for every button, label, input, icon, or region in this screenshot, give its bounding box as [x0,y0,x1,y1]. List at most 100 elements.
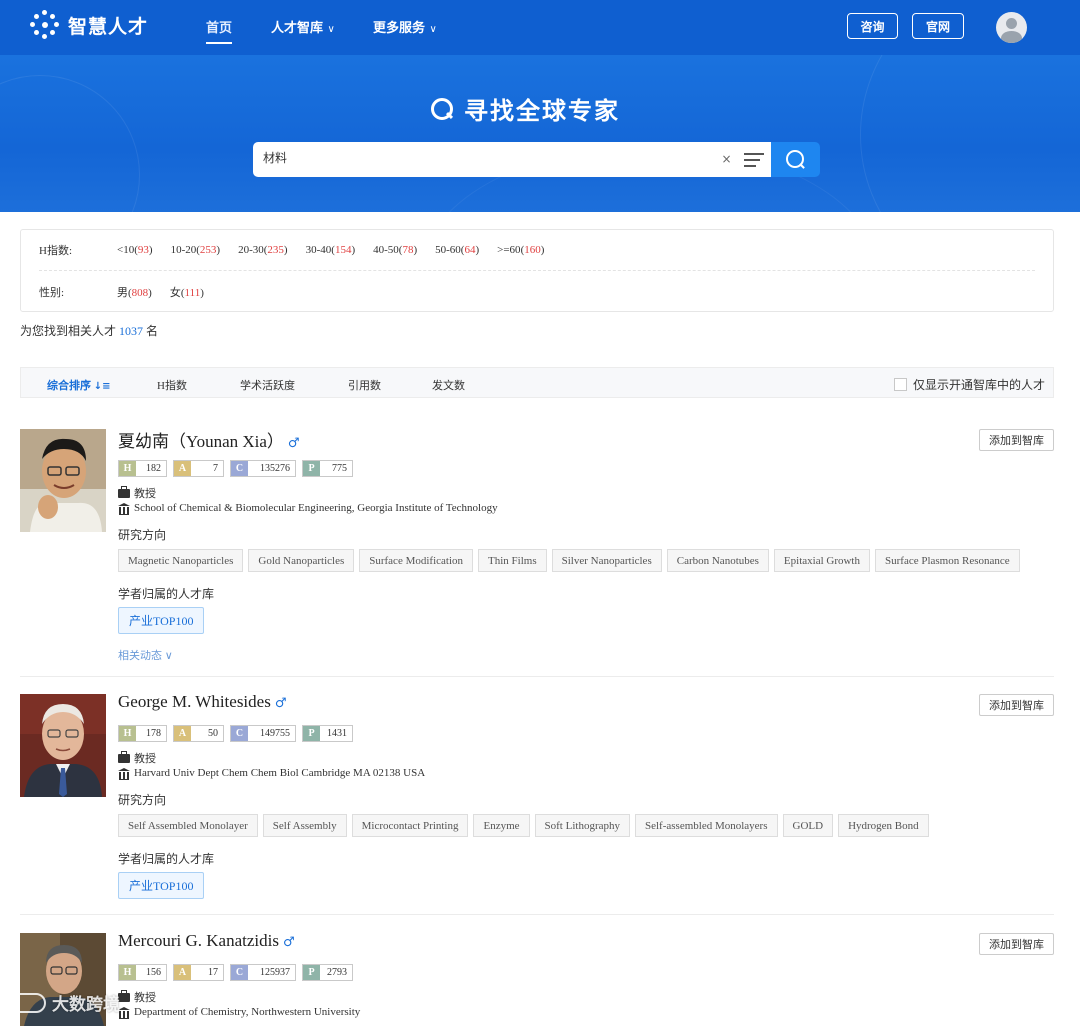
add-to-library-button[interactable]: 添加到智库 [979,933,1054,955]
nav-home[interactable]: 首页 [206,17,233,44]
research-tag[interactable]: Magnetic Nanoparticles [118,549,244,572]
citations-value: 135276 [248,461,295,476]
expert-title: 教授 [118,485,156,501]
research-tag[interactable]: Gold Nanoparticles [248,549,355,572]
h-filter-option[interactable]: 40-50(78) [373,244,417,256]
h-index-value: 178 [136,726,166,741]
briefcase-icon [118,485,130,498]
research-tag[interactable]: Surface Plasmon Resonance [875,549,1020,572]
research-tag[interactable]: Surface Modification [359,549,474,572]
research-tag[interactable]: Soft Lithography [534,814,630,837]
citations-value: 125937 [248,965,295,980]
male-icon: ♂ [274,696,287,711]
search-button[interactable] [771,142,820,177]
sort-activity[interactable]: 学术活跃度 [240,377,295,393]
research-tag[interactable]: Thin Films [478,549,547,572]
institution-icon [118,767,130,780]
expert-stats: H 178 A 50 C 149755 P 1431 [118,725,353,742]
only-open-toggle[interactable]: 仅显示开通智库中的人才 [893,376,1045,393]
brand-name: 智慧人才 [68,15,149,38]
add-to-library-button[interactable]: 添加到智库 [979,429,1054,451]
result-count-number: 1037 [119,324,144,338]
citations-icon: C [231,965,248,980]
official-site-button[interactable]: 官网 [912,13,964,39]
sort-papers[interactable]: 发文数 [432,377,465,393]
expert-photo[interactable] [20,694,106,797]
research-tags: Self Assembled Monolayer Self Assembly M… [118,814,929,837]
nav-talent-library[interactable]: 人才智库 ∨ [271,17,335,36]
activity-value: 50 [191,726,223,741]
chevron-down-icon: ∨ [327,24,335,35]
h-index-value: 156 [136,965,166,980]
top-navbar: 智慧人才 首页 人才智库 ∨ 更多服务 ∨ 咨询 官网 [0,0,1080,55]
nav-more-services[interactable]: 更多服务 ∨ [373,17,437,36]
h-filter-option[interactable]: 50-60(64) [435,244,479,256]
search-input[interactable] [263,150,683,164]
papers-icon: P [303,726,320,741]
related-activity-toggle[interactable]: 相关动态 ∨ [118,647,173,663]
h-filter-option[interactable]: 10-20(253) [171,244,221,256]
research-tag[interactable]: Microcontact Printing [351,814,469,837]
hero-search-banner: 寻找全球专家 × [0,55,1080,212]
research-tag[interactable]: Hydrogen Bond [838,814,929,837]
h-filter-option[interactable]: <10(93) [117,244,153,256]
research-tag[interactable]: GOLD [782,814,834,837]
papers-icon: P [303,461,320,476]
h-filter-option[interactable]: 30-40(154) [306,244,356,256]
sort-h-index[interactable]: H指数 [157,377,187,393]
expert-title: 教授 [118,989,156,1005]
expert-name[interactable]: Mercouri G. Kanatzidis ♂ [118,931,295,951]
consult-button[interactable]: 咨询 [847,13,898,39]
research-tag[interactable]: Epitaxial Growth [773,549,870,572]
chevron-down-icon: ∨ [164,650,173,662]
h-index-value: 182 [136,461,166,476]
gender-filter-option[interactable]: 女(111) [170,284,204,300]
citations-value: 149755 [248,726,295,741]
user-avatar[interactable] [996,12,1027,43]
gender-filter-option[interactable]: 男(808) [117,284,152,300]
expert-stats: H 156 A 17 C 125937 P 2793 [118,964,353,981]
sort-citations[interactable]: 引用数 [348,377,381,393]
expert-card: George M. Whitesides ♂ 添加到智库 H 178 A 50 C 14… [20,692,1054,904]
male-icon: ♂ [287,436,300,451]
activity-icon: A [174,965,191,980]
male-icon: ♂ [282,935,295,950]
activity-value: 7 [191,461,223,476]
sort-comprehensive[interactable]: 综合排序 ↓≡ [47,377,111,393]
expert-title: 教授 [118,750,156,766]
expert-card: 夏幼南（Younan Xia） ♂ 添加到智库 H 182 A7 C 135276 P… [20,429,1054,669]
research-tag[interactable]: Self-assembled Monolayers [635,814,778,837]
sort-desc-icon: ↓≡ [93,381,111,392]
institution-icon [118,502,130,515]
brand-logo[interactable]: 智慧人才 [30,10,148,40]
add-to-library-button[interactable]: 添加到智库 [979,694,1054,716]
expert-photo[interactable] [20,429,106,532]
expert-name[interactable]: 夏幼南（Younan Xia） ♂ [118,427,300,452]
h-index-icon: H [119,461,136,476]
library-tag[interactable]: 产业TOP100 [118,607,205,634]
search-box: × [253,142,771,177]
research-tag[interactable]: Enzyme [473,814,530,837]
citations-icon: C [231,461,248,476]
h-filter-option[interactable]: 20-30(235) [238,244,288,256]
research-tag[interactable]: Carbon Nanotubes [666,549,769,572]
expert-name[interactable]: George M. Whitesides ♂ [118,692,286,712]
h-filter-option[interactable]: >=60(160) [497,244,544,256]
research-tag[interactable]: Self Assembled Monolayer [118,814,258,837]
research-label: 研究方向 [118,528,167,542]
research-tag[interactable]: Self Assembly [262,814,347,837]
h-index-filter-label: H指数: [39,245,72,257]
card-divider [20,914,1054,915]
search-icon [786,150,806,170]
filter-panel: H指数: <10(93) 10-20(253) 20-30(235) 30-40… [20,229,1054,312]
clear-icon[interactable]: × [719,152,734,167]
expert-institution: Department of Chemistry, Northwestern Un… [118,1006,360,1019]
advanced-menu-icon[interactable] [744,152,764,168]
research-tag[interactable]: Silver Nanoparticles [551,549,662,572]
card-divider [20,676,1054,677]
gender-filter: 性别: 男(808) 女(111) [39,284,222,300]
library-tag[interactable]: 产业TOP100 [118,872,205,899]
only-open-checkbox[interactable] [893,378,907,391]
watermark: 大数跨境 [8,990,120,1015]
brand-logo-icon [30,10,60,40]
